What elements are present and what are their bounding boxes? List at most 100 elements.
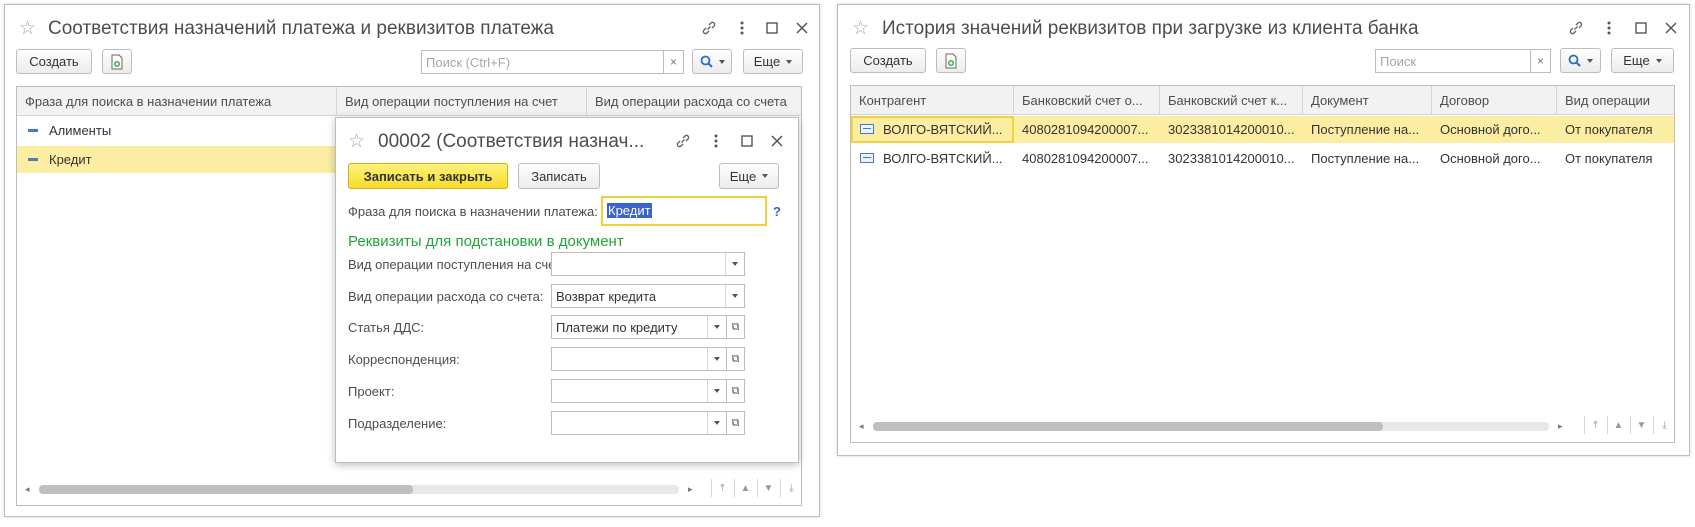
go-last-icon[interactable]: ⤓: [1653, 416, 1674, 434]
scroll-left-icon[interactable]: ◂: [859, 421, 864, 432]
clear-search-icon[interactable]: ×: [1530, 50, 1550, 72]
correspondence-select[interactable]: [551, 347, 727, 371]
open-item-icon[interactable]: ⧉: [726, 347, 745, 371]
field-label: Подразделение:: [348, 416, 447, 431]
chevron-down-icon[interactable]: [707, 380, 726, 402]
maximize-icon[interactable]: [763, 19, 781, 37]
search-button[interactable]: [692, 49, 732, 74]
field-value: Возврат кредита: [556, 289, 657, 304]
go-up-icon[interactable]: ▲: [734, 479, 756, 497]
table-row-selected[interactable]: ВОЛГО-ВЯТСКИЙ... 4080281094200007... 302…: [851, 116, 1674, 143]
save-button[interactable]: Записать: [518, 163, 600, 189]
more-label: Еще: [1623, 53, 1650, 68]
copy-button[interactable]: [102, 49, 132, 74]
field-label: Статья ДДС:: [348, 320, 425, 335]
project-select[interactable]: [551, 379, 727, 403]
go-up-icon[interactable]: ▲: [1607, 416, 1629, 434]
more-button[interactable]: Еще: [719, 163, 779, 189]
search-icon: [1568, 54, 1581, 67]
expense-operation-select[interactable]: Возврат кредита: [551, 284, 745, 308]
go-last-icon[interactable]: ⤓: [780, 479, 801, 497]
column-header[interactable]: Договор: [1432, 86, 1557, 115]
column-header[interactable]: Вид операции расхода со счета: [587, 87, 801, 116]
more-vert-icon[interactable]: [1600, 19, 1618, 37]
table-header: Контрагент Банковский счет о... Банковск…: [851, 86, 1674, 115]
column-header[interactable]: Вид операции поступления на счет: [337, 87, 587, 116]
maximize-icon[interactable]: [1632, 19, 1650, 37]
cell-operation: От покупателя: [1565, 122, 1653, 137]
go-down-icon[interactable]: ▼: [1630, 416, 1652, 434]
link-icon[interactable]: [700, 19, 718, 37]
field-label: Вид операции поступления на счет:: [348, 257, 565, 272]
copy-doc-icon: [945, 53, 957, 68]
more-vert-icon[interactable]: [733, 19, 751, 37]
close-icon[interactable]: [793, 19, 811, 37]
item-icon: [28, 129, 38, 132]
scrollbar-thumb[interactable]: [873, 422, 1383, 431]
column-header[interactable]: Банковский счет о...: [1014, 86, 1160, 115]
close-icon[interactable]: [1662, 19, 1680, 37]
close-icon[interactable]: [768, 132, 786, 150]
go-down-icon[interactable]: ▼: [757, 479, 779, 497]
column-header[interactable]: Банковский счет к...: [1160, 86, 1303, 115]
favorite-star-icon[interactable]: ☆: [852, 17, 869, 40]
chevron-down-icon[interactable]: [725, 253, 744, 275]
chevron-down-icon[interactable]: [707, 316, 726, 338]
bank-history-window: ☆ История значений реквизитов при загруз…: [837, 4, 1690, 456]
scroll-right-icon[interactable]: ▸: [688, 484, 693, 495]
maximize-icon[interactable]: [738, 132, 756, 150]
open-item-icon[interactable]: ⧉: [726, 411, 745, 435]
open-item-icon[interactable]: ⧉: [726, 315, 745, 339]
link-icon[interactable]: [674, 132, 692, 150]
help-link[interactable]: ?: [773, 204, 781, 219]
history-table[interactable]: Контрагент Банковский счет о... Банковск…: [850, 85, 1675, 443]
column-header[interactable]: Вид операции: [1557, 86, 1674, 115]
copy-button[interactable]: [936, 48, 966, 73]
horizontal-scrollbar[interactable]: [39, 485, 679, 494]
column-header[interactable]: Фраза для поиска в назначении платежа: [17, 87, 337, 116]
cell-account-own: 4080281094200007...: [1022, 151, 1149, 166]
chevron-down-icon[interactable]: [707, 412, 726, 434]
favorite-star-icon[interactable]: ☆: [348, 130, 365, 153]
table-row[interactable]: ВОЛГО-ВЯТСКИЙ... 4080281094200007... 302…: [851, 145, 1674, 172]
search-input[interactable]: Поиск (Ctrl+F) ×: [421, 50, 684, 74]
window-titlebar: ☆ История значений реквизитов при загруз…: [838, 5, 1689, 51]
window-titlebar: ☆ Соответствия назначений платежа и рекв…: [5, 5, 819, 51]
scrollbar-thumb[interactable]: [39, 485, 413, 494]
chevron-down-icon[interactable]: [725, 285, 744, 307]
income-operation-select[interactable]: [551, 252, 745, 276]
go-first-icon[interactable]: ⤒: [711, 479, 733, 497]
phrase-value: Кредит: [607, 203, 652, 218]
row-phrase: Алименты: [49, 123, 112, 138]
field-label: Корреспонденция:: [348, 352, 460, 367]
copy-doc-icon: [111, 54, 123, 69]
cell-counterparty: ВОЛГО-ВЯТСКИЙ...: [883, 151, 1003, 166]
favorite-star-icon[interactable]: ☆: [19, 17, 36, 40]
save-and-close-button[interactable]: Записать и закрыть: [348, 163, 508, 189]
more-vert-icon[interactable]: [707, 132, 725, 150]
section-title: Реквизиты для подстановки в документ: [348, 233, 624, 250]
go-first-icon[interactable]: ⤒: [1584, 416, 1606, 434]
link-icon[interactable]: [1567, 19, 1585, 37]
search-placeholder: Поиск (Ctrl+F): [426, 54, 511, 70]
column-header[interactable]: Контрагент: [851, 86, 1014, 115]
cell-counterparty: ВОЛГО-ВЯТСКИЙ...: [883, 122, 1003, 137]
clear-search-icon[interactable]: ×: [663, 51, 683, 73]
more-button[interactable]: Еще: [743, 49, 803, 74]
scroll-left-icon[interactable]: ◂: [25, 484, 30, 495]
chevron-down-icon[interactable]: [707, 348, 726, 370]
search-input[interactable]: Поиск ×: [1375, 49, 1551, 73]
phrase-input[interactable]: Кредит: [601, 196, 767, 226]
create-button[interactable]: Создать: [16, 49, 92, 74]
search-button[interactable]: [1560, 48, 1601, 73]
scroll-right-icon[interactable]: ▸: [1558, 421, 1563, 432]
cell-document: Поступление на...: [1311, 151, 1420, 166]
open-item-icon[interactable]: ⧉: [726, 379, 745, 403]
department-select[interactable]: [551, 411, 727, 435]
horizontal-scrollbar[interactable]: [873, 422, 1549, 431]
column-header[interactable]: Документ: [1303, 86, 1432, 115]
table-row-selected[interactable]: Кредит: [17, 146, 337, 173]
create-button[interactable]: Создать: [850, 48, 926, 73]
cash-flow-item-select[interactable]: Платежи по кредиту: [551, 315, 727, 339]
more-button[interactable]: Еще: [1611, 48, 1674, 73]
